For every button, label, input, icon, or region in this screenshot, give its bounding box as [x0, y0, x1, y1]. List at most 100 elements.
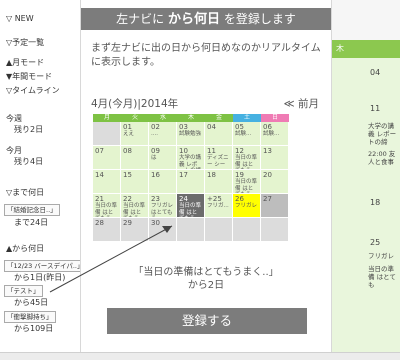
calendar-day-cell[interactable]: 03 試験勉強 [177, 122, 205, 146]
background-event-text: 22:00 友人と食事 [368, 150, 396, 167]
calendar-day-number: 05 [235, 123, 244, 131]
calendar-day-event: 当日の準備 はとてもう [95, 203, 118, 217]
calendar-day-cell[interactable]: 20 [261, 170, 289, 194]
background-weekday-header: 木 [330, 40, 400, 58]
calendar-day-cell[interactable]: 18 [205, 170, 233, 194]
calendar-day-cell[interactable]: 15 [121, 170, 149, 194]
until-item-label: 「結婚記念日..」 [4, 204, 60, 216]
calendar-day-number: 13 [263, 147, 272, 155]
modal-description: まず左ナビに出の日から何日めなのかリアルタイムに表示します。 [91, 43, 321, 68]
calendar-day-number: 21 [95, 195, 104, 203]
calendar-day-cell[interactable]: 02.... [149, 122, 177, 146]
selected-event-days: から2日 [187, 280, 225, 291]
until-item[interactable]: 「結婚記念日..」 [4, 204, 60, 216]
this-week-count: 残り2日 [14, 125, 44, 134]
calendar-day-number: 20 [263, 171, 272, 179]
calendar-day-event: フリガレ [235, 203, 258, 209]
weekday-label: 日 [261, 114, 289, 122]
calendar-day-number: 27 [263, 195, 272, 203]
nav-schedule-list[interactable]: ▽予定一覧 [6, 38, 44, 47]
calendar-day-event: 試験... [263, 131, 280, 137]
register-button[interactable]: 登録する [107, 308, 307, 334]
calendar-day-cell[interactable]: 27 [261, 194, 289, 218]
until-count: まで24日 [14, 218, 49, 227]
calendar-day-event: 大学の講義 レポートの締 [179, 155, 202, 169]
since-count: から109日 [14, 324, 54, 333]
background-day-number: 11 [370, 104, 381, 113]
calendar-day-cell[interactable]: 24当日の準備 はとてもう [177, 194, 205, 218]
calendar-day-cell[interactable]: 29 [121, 218, 149, 242]
calendar-day-number: 22 [123, 195, 132, 203]
calendar-grid: 01 ええ 02.... 03 試験勉強 04 05 試験... 06 試験... 07 08 09 は 1… [93, 122, 289, 242]
since-count: から1日(昨日) [14, 273, 66, 282]
calendar-week-row: 21当日の準備 はとてもう22当日の準備 はとてもう23フリガレ はとてもう24… [93, 194, 289, 218]
calendar-day-number: 17 [179, 171, 188, 179]
calendar-day-number: 15 [123, 171, 132, 179]
calendar-day-event: ディズニー シー [207, 155, 229, 168]
weekday-label: 月 [93, 114, 121, 122]
calendar-day-cell[interactable]: 14 [93, 170, 121, 194]
calendar-day-cell[interactable]: 28 [93, 218, 121, 242]
calendar-day-cell[interactable]: 11 ディズニー シー [205, 146, 233, 170]
calendar-day-cell[interactable]: 06 試験... [261, 122, 289, 146]
calendar-day-cell[interactable] [93, 122, 121, 146]
calendar-day-cell[interactable] [261, 218, 289, 242]
nav-new[interactable]: ▽ NEW [6, 14, 34, 23]
calendar-day-cell[interactable]: 30 [149, 218, 177, 242]
calendar-day-cell[interactable]: 10大学の講義 レポートの締 [177, 146, 205, 170]
prev-month-link[interactable]: ≪ 前月 [284, 96, 319, 111]
calendar-day-cell[interactable]: 26 フリガレ [233, 194, 261, 218]
modal-title-post: を登録します [223, 12, 296, 26]
calendar-day-cell[interactable]: 08 [121, 146, 149, 170]
calendar-day-cell[interactable] [205, 218, 233, 242]
calendar-day-cell[interactable]: 23フリガレ はとてもう [149, 194, 177, 218]
calendar-day-cell[interactable]: 21当日の準備 はとてもう [93, 194, 121, 218]
since-item[interactable]: 「テスト」 [4, 285, 43, 297]
calendar-day-cell[interactable]: 09 は [149, 146, 177, 170]
calendar-day-event: フリガ... [207, 203, 229, 209]
calendar-day-number: 30 [151, 219, 160, 227]
calendar-day-cell[interactable]: 04 [205, 122, 233, 146]
calendar-day-number: 10 [179, 147, 188, 155]
calendar-day-cell[interactable]: 07 [93, 146, 121, 170]
calendar-day-cell[interactable]: 13 [261, 146, 289, 170]
calendar-day-cell[interactable] [233, 218, 261, 242]
weekday-label: 土 [233, 114, 261, 122]
since-item[interactable]: 「12/23 バースデイパ..」 [4, 260, 87, 272]
nav-timeline[interactable]: ▽タイムライン [6, 86, 60, 95]
calendar-day-number: 08 [123, 147, 132, 155]
background-calendar-column [330, 40, 400, 352]
calendar-day-cell[interactable]: 17 [177, 170, 205, 194]
calendar-day-cell[interactable]: 19当日の準備 はとてもう [233, 170, 261, 194]
calendar-day-cell[interactable] [177, 218, 205, 242]
calendar-day-cell[interactable]: 01 ええ [121, 122, 149, 146]
nav-month-mode[interactable]: ▲月モード [6, 58, 44, 67]
calendar-day-number: 23 [151, 195, 160, 203]
background-event-text: 当日の準備 はとても [368, 265, 396, 290]
nav-since-days[interactable]: ▲から何日 [6, 244, 44, 253]
calendar-week-row: 01 ええ 02.... 03 試験勉強 04 05 試験... 06 試験... [93, 122, 289, 146]
since-item-label: 「テスト」 [4, 285, 43, 297]
nav-until-days[interactable]: ▽まで何日 [6, 188, 44, 197]
calendar-day-number: 07 [95, 147, 104, 155]
calendar-day-number: 16 [151, 171, 160, 179]
calendar-day-number: 19 [235, 171, 244, 179]
calendar-day-cell[interactable]: 16 [149, 170, 177, 194]
nav-year-mode[interactable]: ▼年間モード [6, 72, 52, 81]
modal-title-pre: 左ナビに [116, 12, 165, 26]
calendar-day-event: は [151, 155, 157, 161]
calendar-day-number: 24 [179, 195, 188, 203]
since-count: から45日 [14, 298, 49, 307]
calendar-day-cell[interactable]: 05 試験... [233, 122, 261, 146]
calendar-day-number: 29 [123, 219, 132, 227]
calendar-day-cell[interactable]: +25 フリガ... [205, 194, 233, 218]
calendar-day-number: 01 [123, 123, 132, 131]
calendar-day-number: +25 [207, 195, 222, 203]
calendar-day-cell[interactable]: 12当日の準備 はとてもう [233, 146, 261, 170]
calendar-day-number: 12 [235, 147, 244, 155]
calendar-day-event: 試験... [235, 131, 252, 137]
calendar-day-cell[interactable]: 22当日の準備 はとてもう [121, 194, 149, 218]
calendar-day-number: 26 [235, 195, 244, 203]
since-item[interactable]: 「衝撃脚持ち」 [4, 311, 56, 323]
background-event-text: フリガレ [368, 252, 394, 260]
